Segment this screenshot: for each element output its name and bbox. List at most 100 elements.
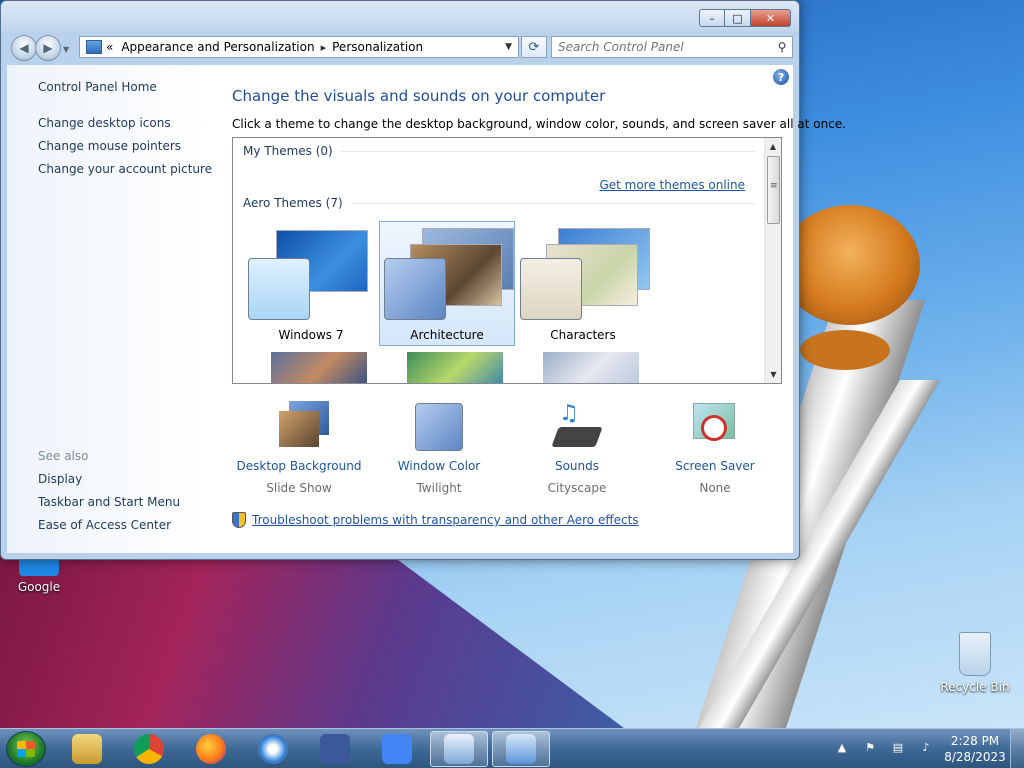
space-needle-top [780, 205, 920, 325]
setting-value: Twilight [416, 481, 462, 495]
taskbar-chrome[interactable] [120, 731, 178, 767]
title-bar[interactable]: – □ ✕ [1, 1, 799, 31]
setting-name[interactable]: Sounds [507, 459, 647, 473]
display-link[interactable]: Display [38, 472, 82, 486]
control-panel-home-link[interactable]: Control Panel Home [38, 80, 157, 94]
maximize-button[interactable]: □ [725, 9, 751, 27]
taskbar-control-panel[interactable] [492, 731, 550, 767]
start-button[interactable] [6, 731, 46, 767]
breadcrumb-personalization[interactable]: Personalization [332, 40, 423, 54]
search-icon[interactable]: ⚲ [772, 40, 792, 54]
page-subtitle: Click a theme to change the desktop back… [232, 117, 846, 131]
help-icon[interactable]: ? [773, 69, 789, 85]
personalization-window: – □ ✕ ◀ ▶ ▼ « Appearance and Personaliza… [0, 0, 846, 560]
theme-partial-thumbnail[interactable] [271, 352, 367, 383]
network-icon[interactable]: ▤ [890, 741, 906, 757]
address-dropdown-button[interactable]: ▼ [505, 42, 512, 52]
caption-buttons: – □ ✕ [699, 9, 791, 27]
main-pane: ? Change the visuals and sounds on your … [209, 65, 846, 553]
taskbar-start-menu-link[interactable]: Taskbar and Start Menu [38, 495, 180, 509]
forward-button[interactable]: ▶ [35, 35, 61, 61]
page-title: Change the visuals and sounds on your co… [232, 87, 606, 105]
change-account-picture-link[interactable]: Change your account picture [38, 162, 212, 176]
theme-architecture[interactable]: Architecture [379, 221, 515, 346]
get-more-themes-link[interactable]: Get more themes online [599, 178, 745, 192]
desktop-icon-label: Google [17, 580, 61, 594]
system-tray: ▲ ⚑ ▤ ♪ 2:28 PM 8/28/2023 [828, 729, 1024, 768]
theme-characters[interactable]: Characters [515, 221, 651, 346]
recent-pages-dropdown[interactable]: ▼ [63, 45, 69, 61]
action-center-icon[interactable]: ⚑ [862, 741, 878, 757]
troubleshoot-link[interactable]: Troubleshoot problems with transparency … [232, 512, 639, 528]
see-also-label: See also [38, 449, 89, 463]
change-desktop-icons-link[interactable]: Change desktop icons [38, 116, 171, 130]
refresh-button[interactable]: ⟳ [521, 36, 547, 58]
setting-name[interactable]: Screen Saver [645, 459, 785, 473]
theme-label: Windows 7 [278, 328, 344, 342]
taskbar-keyboard-app[interactable] [430, 731, 488, 767]
breadcrumb-appearance[interactable]: Appearance and Personalization [121, 40, 314, 54]
taskbar-firefox[interactable] [182, 731, 240, 767]
taskbar-app-s[interactable] [244, 731, 302, 767]
screen-saver-setting[interactable]: Screen Saver None [645, 401, 785, 495]
my-themes-label: My Themes (0) [243, 144, 333, 158]
breadcrumb-separator[interactable]: ▸ [321, 41, 327, 54]
theme-list-scrollbar[interactable]: ▲ ▼ [764, 138, 781, 383]
chrome-icon [134, 734, 164, 764]
breadcrumb-prefix[interactable]: « [106, 40, 113, 54]
my-themes-header: My Themes (0) [243, 144, 755, 158]
show-hidden-icons-icon[interactable]: ▲ [834, 741, 850, 757]
show-desktop-button[interactable] [1010, 729, 1024, 768]
google-icon [382, 734, 412, 764]
desktop-icon-recycle-bin[interactable]: Recycle Bin [940, 632, 1010, 694]
theme-color-swatch [520, 258, 582, 320]
space-needle-ring [800, 330, 890, 370]
back-button[interactable]: ◀ [11, 35, 37, 61]
address-bar[interactable]: « Appearance and Personalization ▸ Perso… [79, 36, 519, 58]
scroll-thumb[interactable] [767, 156, 780, 224]
sounds-setting[interactable]: ♫ Sounds Cityscape [507, 401, 647, 495]
setting-value: None [699, 481, 731, 495]
facebook-icon [320, 734, 350, 764]
scroll-down-button[interactable]: ▼ [765, 366, 781, 383]
taskbar: ▲ ⚑ ▤ ♪ 2:28 PM 8/28/2023 [0, 728, 1024, 768]
change-mouse-pointers-link[interactable]: Change mouse pointers [38, 139, 181, 153]
theme-partial-thumbnail[interactable] [407, 352, 503, 383]
control-panel-icon [506, 734, 536, 764]
folder-icon [72, 734, 102, 764]
taskbar-explorer[interactable] [58, 731, 116, 767]
theme-partial-thumbnail[interactable] [543, 352, 639, 383]
search-box[interactable]: ⚲ [551, 36, 793, 58]
desktop-wallpaper-mural [0, 540, 640, 728]
window-color-icon [411, 401, 467, 453]
desktop-background-icon [271, 401, 329, 453]
divider [340, 150, 755, 152]
setting-name[interactable]: Desktop Background [229, 459, 369, 473]
clock[interactable]: 2:28 PM 8/28/2023 [940, 733, 1010, 765]
nav-buttons: ◀ ▶ ▼ [11, 35, 69, 61]
setting-name[interactable]: Window Color [369, 459, 509, 473]
ease-of-access-link[interactable]: Ease of Access Center [38, 518, 171, 532]
volume-icon[interactable]: ♪ [918, 741, 934, 757]
forward-arrow-icon: ▶ [43, 41, 53, 55]
search-input[interactable] [558, 38, 772, 56]
theme-windows-7[interactable]: Windows 7 [243, 221, 379, 346]
keyboard-icon [444, 734, 474, 764]
clock-date: 8/28/2023 [944, 750, 1006, 764]
app-s-icon [258, 734, 288, 764]
aero-themes-header: Aero Themes (7) [243, 196, 755, 210]
theme-list[interactable]: My Themes (0) Get more themes online Aer… [232, 137, 782, 384]
scroll-up-button[interactable]: ▲ [765, 138, 781, 155]
aero-themes-label: Aero Themes (7) [243, 196, 343, 210]
window-color-setting[interactable]: Window Color Twilight [369, 401, 509, 495]
desktop-background-setting[interactable]: Desktop Background Slide Show [229, 401, 369, 495]
setting-value: Cityscape [547, 481, 607, 495]
clock-time: 2:28 PM [950, 734, 1000, 748]
troubleshoot-label[interactable]: Troubleshoot problems with transparency … [252, 513, 639, 527]
taskbar-google[interactable] [368, 731, 426, 767]
firefox-icon [196, 734, 226, 764]
taskbar-facebook[interactable] [306, 731, 364, 767]
close-button[interactable]: ✕ [751, 9, 791, 27]
control-panel-icon [86, 40, 102, 54]
minimize-button[interactable]: – [699, 9, 725, 27]
